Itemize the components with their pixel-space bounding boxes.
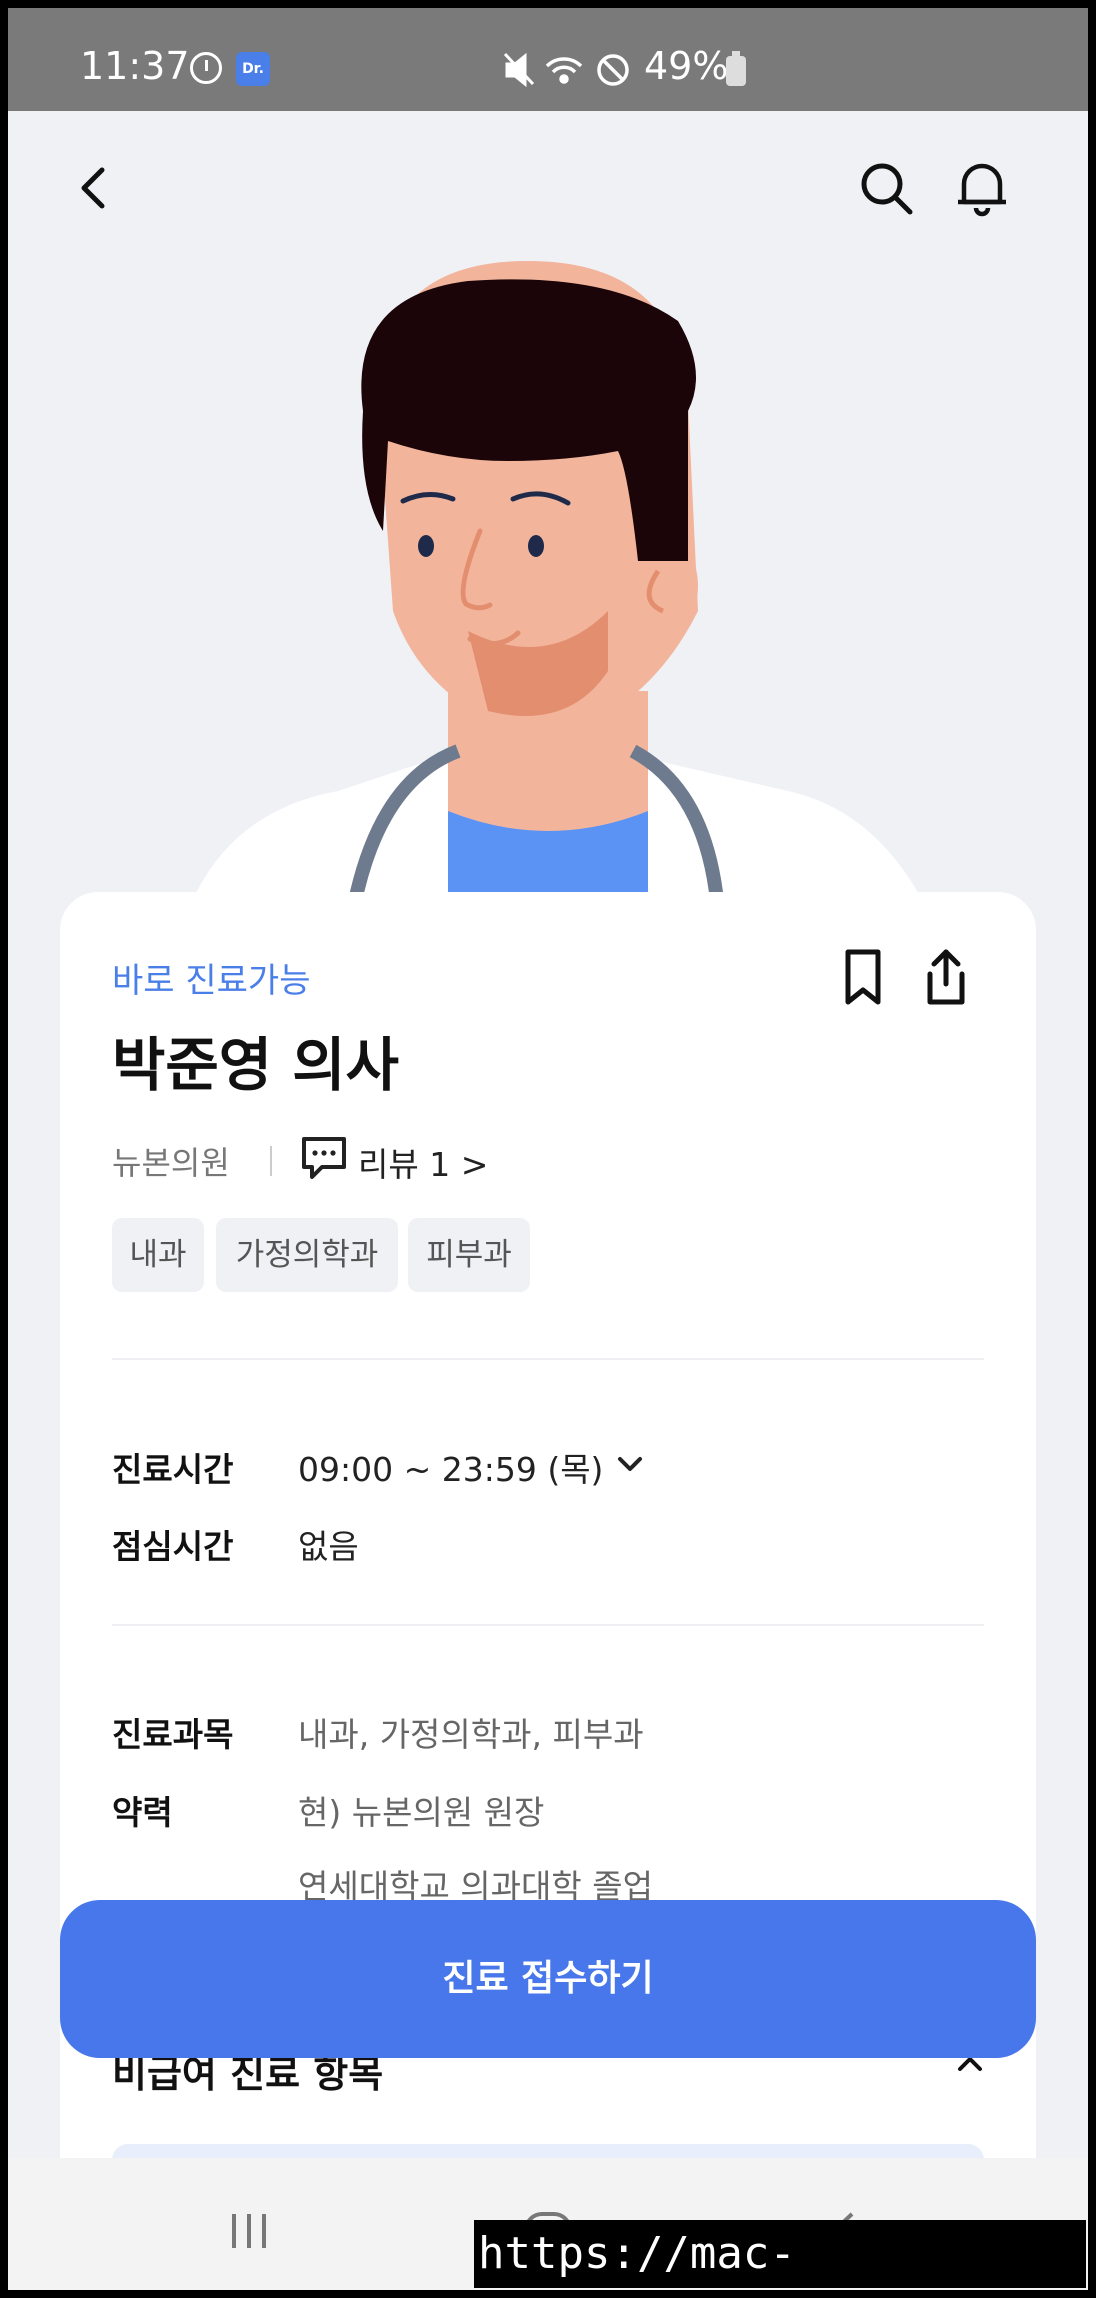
lunch-value: 없음 xyxy=(298,1527,359,1566)
app-badge-icon: Dr. xyxy=(236,52,270,86)
wifi-icon xyxy=(545,57,583,84)
divider xyxy=(270,1146,272,1176)
review-link[interactable]: 리뷰 1 > xyxy=(358,1138,488,1186)
recent-apps-button[interactable] xyxy=(226,2208,272,2254)
doctor-name: 박준영 의사 xyxy=(112,1031,399,1099)
do-not-disturb-icon xyxy=(597,54,629,86)
clinic-name: 뉴본의원 xyxy=(112,1144,230,1182)
recent-apps-icon xyxy=(232,2214,266,2248)
hours-expand-button[interactable] xyxy=(614,1448,646,1480)
watermark: https://mac-os.tistory.com xyxy=(474,2220,1086,2288)
status-time: 11:37 xyxy=(80,44,190,88)
lunch-label: 점심시간 xyxy=(112,1527,234,1566)
status-icons xyxy=(503,52,629,88)
chevron-up-icon xyxy=(958,2057,982,2071)
mute-icon xyxy=(503,52,535,88)
career-line: 현) 뉴본의원 원장 xyxy=(298,1793,545,1832)
battery-percent: 49% xyxy=(644,44,729,88)
department-label: 진료과목 xyxy=(112,1715,234,1754)
availability-label: 바로 진료가능 xyxy=(112,961,311,1001)
section-divider xyxy=(112,1624,984,1626)
doctor-illustration xyxy=(188,261,928,911)
department-value: 내과, 가정의학과, 피부과 xyxy=(298,1715,644,1754)
clock-icon xyxy=(190,52,222,84)
bookmark-button[interactable] xyxy=(838,946,888,1010)
battery-icon xyxy=(726,51,746,86)
career-label: 약력 xyxy=(112,1793,173,1832)
chevron-down-icon xyxy=(618,1457,642,1471)
share-icon xyxy=(927,949,965,1005)
specialty-tag: 가정의학과 xyxy=(216,1218,398,1292)
specialty-tag: 내과 xyxy=(112,1218,204,1292)
review-icon[interactable] xyxy=(300,1133,348,1181)
hours-label: 진료시간 xyxy=(112,1450,234,1489)
specialty-tag: 피부과 xyxy=(408,1218,530,1292)
app-screen: 11:37 Dr. 49% 바로 진료가능 박준영 의사 뉴본의원 리뷰 1 >… xyxy=(8,8,1088,2290)
book-appointment-button[interactable]: 진료 접수하기 xyxy=(60,1900,1036,2058)
section-divider xyxy=(112,1358,984,1360)
bookmark-icon xyxy=(845,949,881,1005)
hours-value: 09:00 ~ 23:59 (목) xyxy=(298,1450,604,1489)
status-bar: 11:37 Dr. 49% xyxy=(8,8,1088,111)
share-button[interactable] xyxy=(918,946,974,1010)
